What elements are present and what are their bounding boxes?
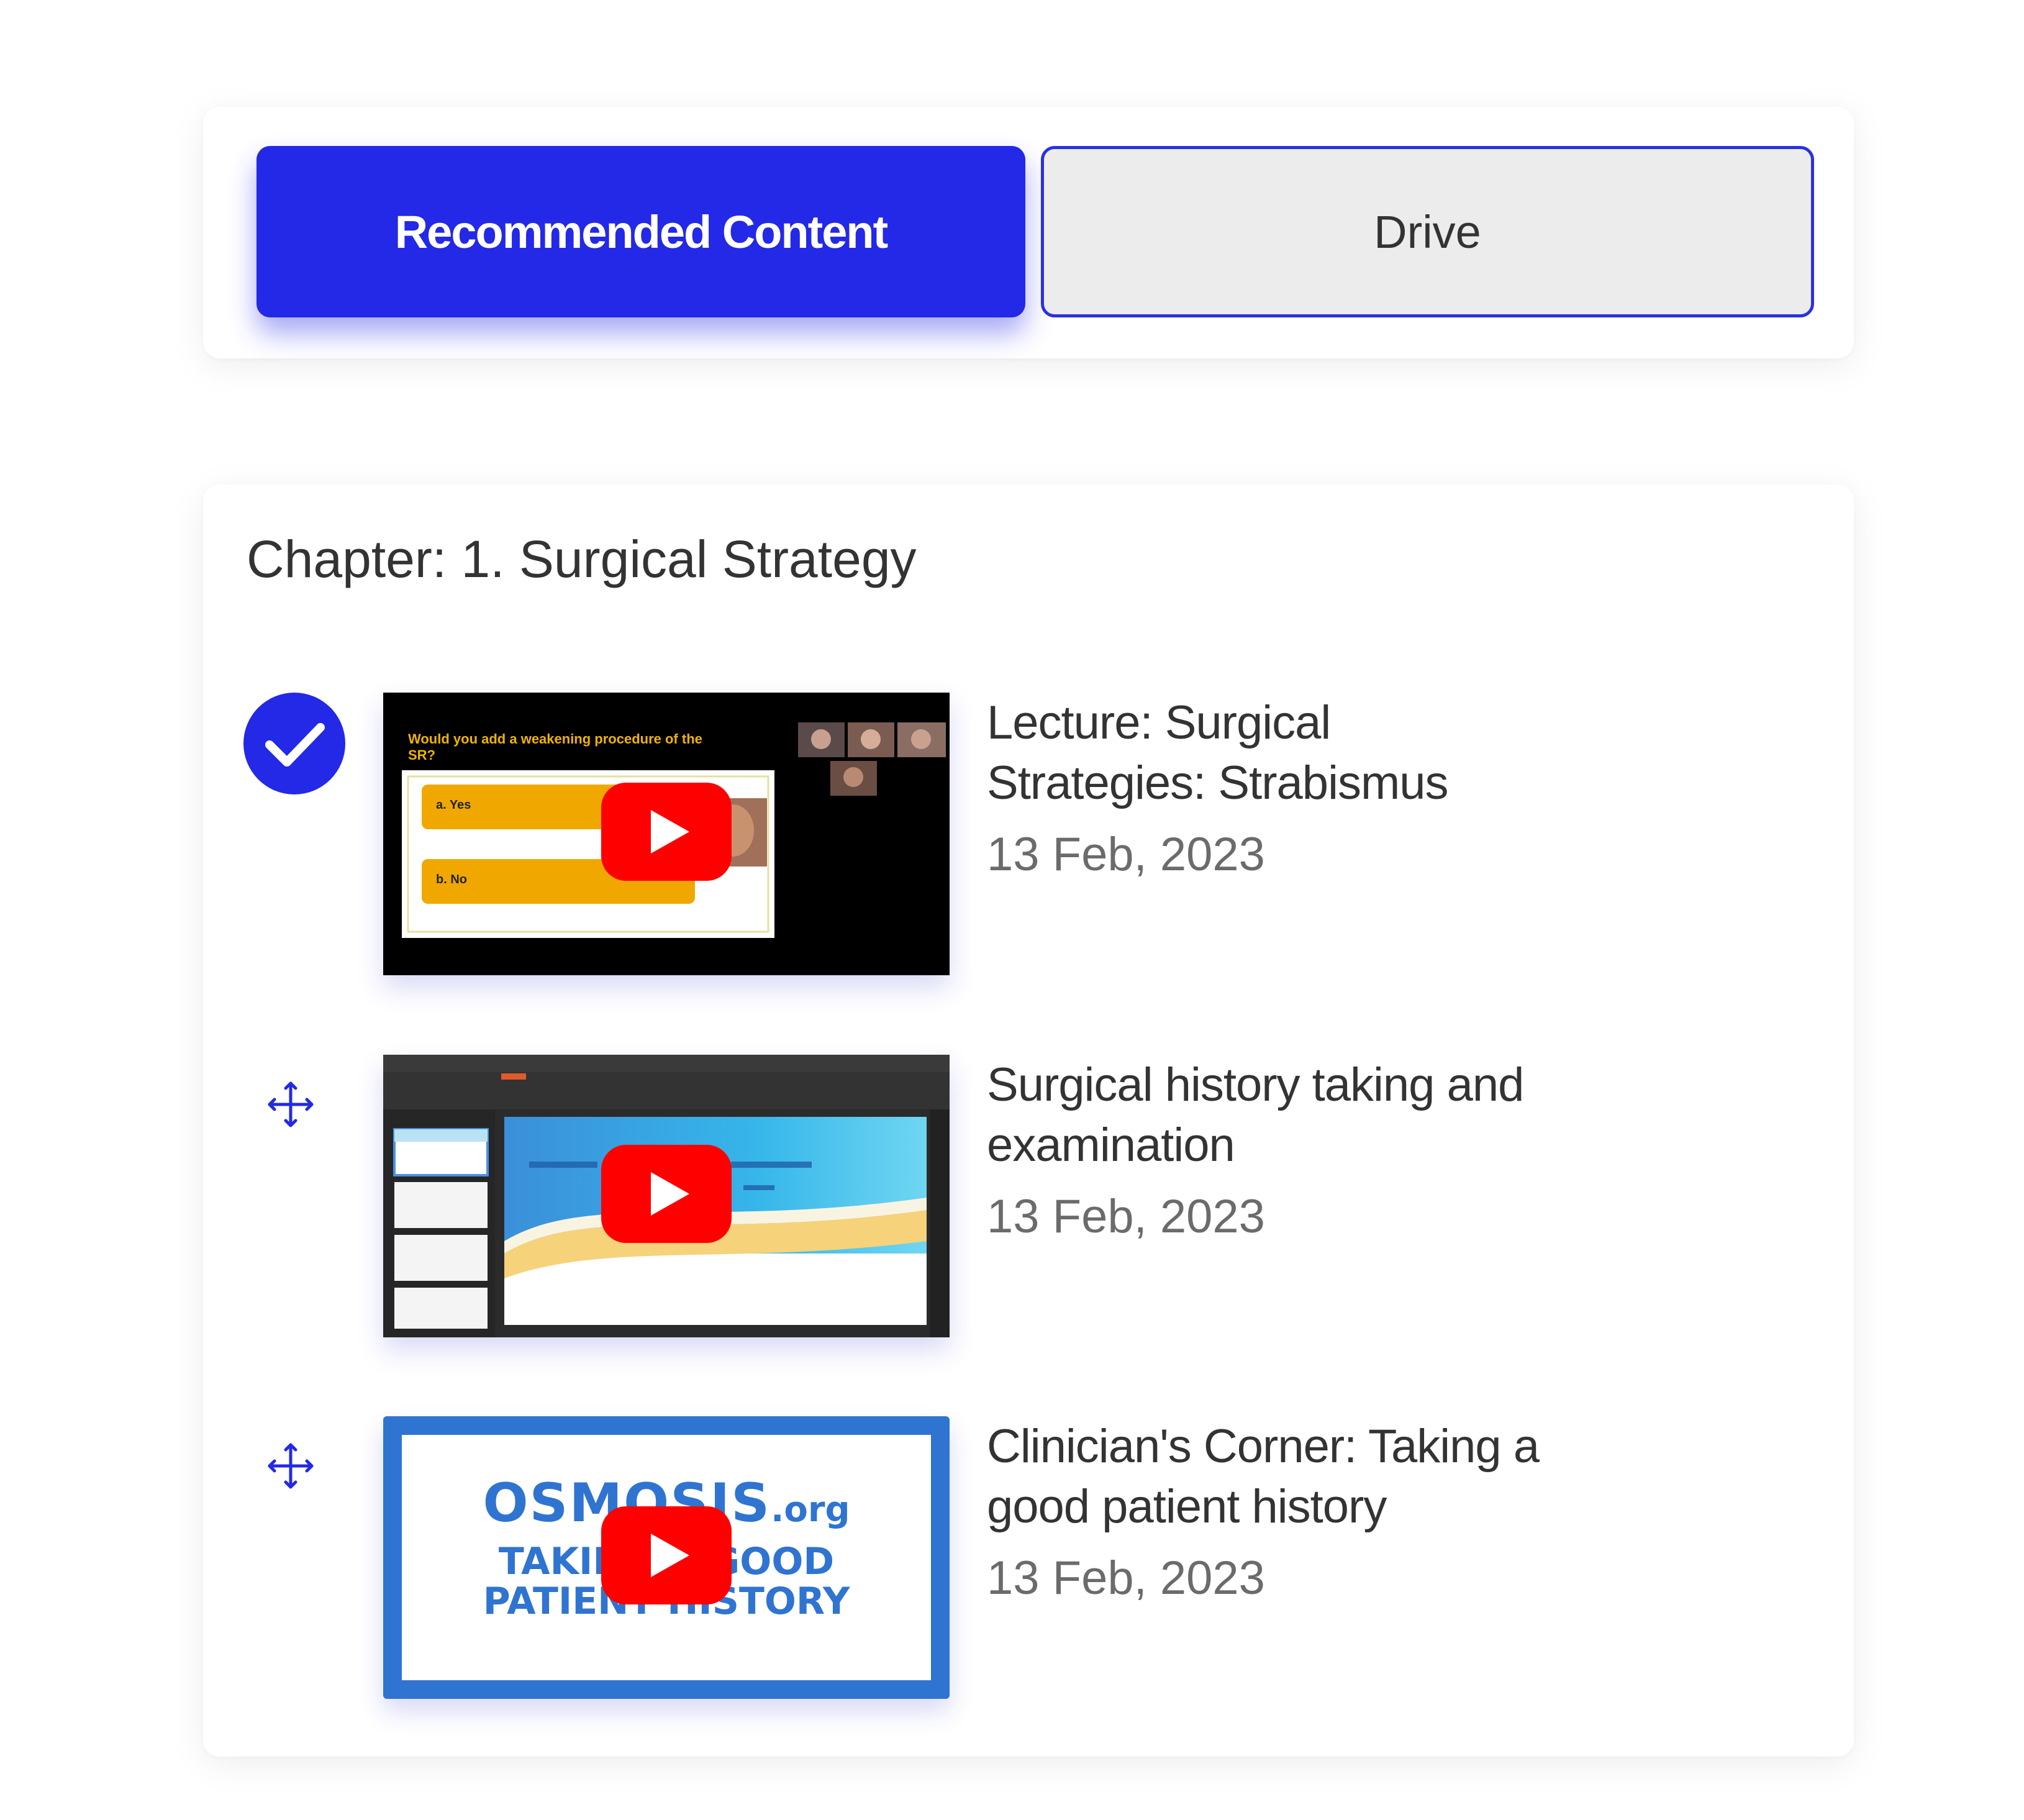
item-title[interactable]: Surgical history taking and examination [987, 1055, 1794, 1175]
tab-drive[interactable]: Drive [1041, 146, 1814, 317]
osmosis-brand-suffix: .org [771, 1490, 850, 1530]
slide-question-text: Would you add a weakening procedure of t… [408, 731, 702, 747]
tab-drive-label: Drive [1374, 206, 1481, 258]
tab-recommended-content-label: Recommended Content [394, 206, 889, 258]
chapter-title: Chapter: 1. Surgical Strategy [247, 530, 917, 588]
item-title-line1: Lecture: Surgical [987, 696, 1331, 749]
list-item: Surgical history taking and examination … [203, 1055, 1854, 1340]
item-title-line2: examination [987, 1119, 1235, 1172]
item-details: Lecture: Surgical Strategies: Strabismus… [987, 693, 1794, 885]
slide-option-a: a. Yes [436, 798, 471, 812]
content-source-tabs: Recommended Content Drive [203, 107, 1854, 358]
check-circle-icon[interactable] [243, 693, 345, 794]
play-button-icon[interactable] [601, 1145, 732, 1243]
move-icon[interactable] [266, 1441, 315, 1491]
item-title-line1: Surgical history taking and [987, 1058, 1524, 1111]
play-button-icon[interactable] [601, 1506, 732, 1604]
item-title-line2: good patient history [987, 1480, 1387, 1533]
item-title-line1: Clinician's Corner: Taking a [987, 1420, 1540, 1473]
item-date: 13 Feb, 2023 [987, 1552, 1265, 1604]
chapter-card: Chapter: 1. Surgical Strategy Would you … [203, 485, 1854, 1757]
item-details: Clinician's Corner: Taking a good patien… [987, 1416, 1794, 1608]
item-date: 13 Feb, 2023 [987, 1190, 1265, 1243]
item-title-line2: Strategies: Strabismus [987, 757, 1449, 809]
video-thumbnail[interactable]: OSMOSIS.org TAKING A GOOD PATIENT HISTOR… [383, 1416, 950, 1699]
slide-option-b: b. No [436, 873, 467, 886]
content-panel: Recommended Content Drive Chapter: 1. Su… [0, 0, 2024, 1820]
move-icon[interactable] [266, 1080, 315, 1129]
item-date: 13 Feb, 2023 [987, 828, 1265, 881]
slide-question: Would you add a weakening procedure of t… [408, 731, 781, 763]
item-title[interactable]: Clinician's Corner: Taking a good patien… [987, 1416, 1794, 1537]
video-thumbnail[interactable] [383, 1055, 950, 1337]
item-title[interactable]: Lecture: Surgical Strategies: Strabismus [987, 693, 1794, 813]
play-button-icon[interactable] [601, 783, 732, 881]
item-details: Surgical history taking and examination … [987, 1055, 1794, 1247]
video-thumbnail[interactable]: Would you add a weakening procedure of t… [383, 693, 950, 975]
tab-recommended-content[interactable]: Recommended Content [256, 146, 1025, 317]
list-item: OSMOSIS.org TAKING A GOOD PATIENT HISTOR… [203, 1416, 1854, 1702]
slide-question-cont: SR? [408, 747, 435, 763]
list-item: Would you add a weakening procedure of t… [203, 693, 1854, 978]
